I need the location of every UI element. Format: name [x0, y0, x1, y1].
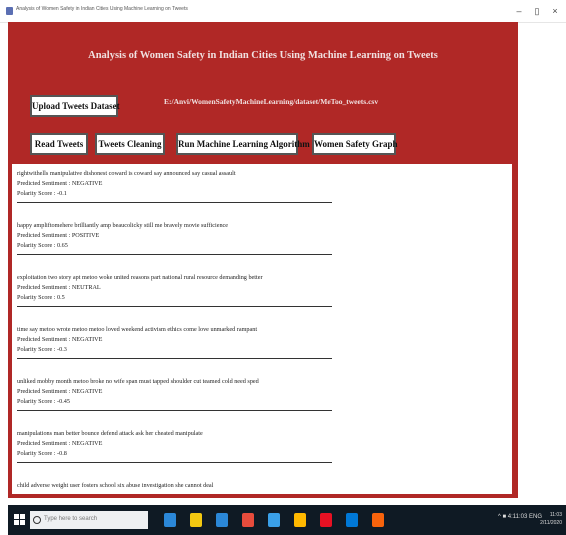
separator: [17, 202, 332, 203]
app-heading: Analysis of Women Safety in Indian Citie…: [88, 50, 438, 61]
result-entry: exploitation two story apt metoo woke un…: [17, 273, 337, 307]
tweets-cleaning-button[interactable]: Tweets Cleaning: [95, 133, 165, 155]
system-tray[interactable]: ^ ■ 4:11:03 ENG: [498, 514, 542, 520]
predicted-sentiment: Predicted Sentiment : NEGATIVE: [17, 440, 103, 447]
predicted-sentiment: Predicted Sentiment : POSITIVE: [17, 232, 100, 239]
close-button[interactable]: ×: [548, 4, 562, 18]
polarity-score: Polarity Score : 0.5: [17, 294, 65, 301]
taskbar-app-icon[interactable]: [346, 513, 358, 527]
minimize-button[interactable]: –: [512, 4, 526, 18]
clock-date: 2/11/2020: [540, 520, 562, 526]
upload-dataset-button[interactable]: Upload Tweets Dataset: [30, 95, 120, 117]
window-titlebar: Analysis of Women Safety in Indian Citie…: [0, 0, 566, 23]
clock-time: 11:03: [549, 512, 562, 518]
taskbar-app-icon[interactable]: [294, 513, 306, 527]
run-ml-algorithm-button[interactable]: Run Machine Learning Algorithm: [176, 133, 310, 155]
taskbar-app-icon[interactable]: [268, 513, 280, 527]
result-entry: happy ampliftomehere brilliantly amp bea…: [17, 221, 337, 255]
polarity-score: Polarity Score : -0.8: [17, 450, 67, 457]
tweet-text: manipulations man better bounce defend a…: [17, 430, 203, 437]
windows-start-icon[interactable]: [14, 514, 26, 526]
app-icon: [6, 7, 13, 15]
women-safety-graph-button[interactable]: Women Safety Graph: [312, 133, 398, 155]
taskbar-app-icon[interactable]: [164, 513, 176, 527]
tweet-text: unliked mobby month metoo broke no wife …: [17, 378, 259, 385]
tweet-text: rightwithells manipulative dishonest cow…: [17, 170, 236, 177]
tweet-text: child adverse weight user fosters school…: [17, 482, 214, 489]
tweet-text: time say metoo wrote metoo metoo loved w…: [17, 326, 258, 333]
separator: [17, 254, 332, 255]
separator: [17, 306, 332, 307]
separator: [17, 462, 332, 463]
polarity-score: Polarity Score : 0.65: [17, 242, 68, 249]
result-entry: manipulations man better bounce defend a…: [17, 429, 337, 463]
results-text-area[interactable]: rightwithells manipulative dishonest cow…: [12, 164, 512, 494]
taskbar-app-icon[interactable]: [190, 513, 202, 527]
tweet-text: exploitation two story apt metoo woke un…: [17, 274, 263, 281]
predicted-sentiment: Predicted Sentiment : NEGATIVE: [17, 388, 103, 395]
maximize-button[interactable]: ▯: [530, 4, 544, 18]
separator: [17, 358, 332, 359]
read-tweets-button[interactable]: Read Tweets: [30, 133, 88, 155]
taskbar-app-icon[interactable]: [320, 513, 332, 527]
result-entry: unliked mobby month metoo broke no wife …: [17, 377, 337, 411]
result-entry: time say metoo wrote metoo metoo loved w…: [17, 325, 337, 359]
polarity-score: Polarity Score : -0.3: [17, 346, 67, 353]
taskbar-search-box[interactable]: Type here to search: [30, 511, 148, 529]
window-title: Analysis of Women Safety in Indian Citie…: [16, 6, 188, 12]
app-panel: Analysis of Women Safety in Indian Citie…: [8, 22, 518, 498]
search-placeholder: Type here to search: [44, 516, 98, 522]
polarity-score: Polarity Score : -0.45: [17, 398, 70, 405]
result-entry: child adverse weight user fosters school…: [17, 481, 337, 491]
taskbar: Type here to search ^ ■ 4:11:03 ENG 11:0…: [8, 505, 566, 535]
predicted-sentiment: Predicted Sentiment : NEGATIVE: [17, 180, 103, 187]
predicted-sentiment: Predicted Sentiment : NEGATIVE: [17, 336, 103, 343]
dataset-path-label: E:/Anvi/WomenSafetyMachineLearning/datas…: [164, 97, 379, 106]
taskbar-app-icon[interactable]: [242, 513, 254, 527]
separator: [17, 410, 332, 411]
tweet-text: happy ampliftomehere brilliantly amp bea…: [17, 222, 229, 229]
taskbar-app-icon[interactable]: [216, 513, 228, 527]
taskbar-app-icon[interactable]: [372, 513, 384, 527]
cortana-icon: [33, 516, 41, 524]
predicted-sentiment: Predicted Sentiment : NEUTRAL: [17, 284, 101, 291]
clock[interactable]: 11:03 2/11/2020: [540, 511, 562, 527]
polarity-score: Polarity Score : -0.1: [17, 190, 67, 197]
result-entry: rightwithells manipulative dishonest cow…: [17, 169, 337, 203]
